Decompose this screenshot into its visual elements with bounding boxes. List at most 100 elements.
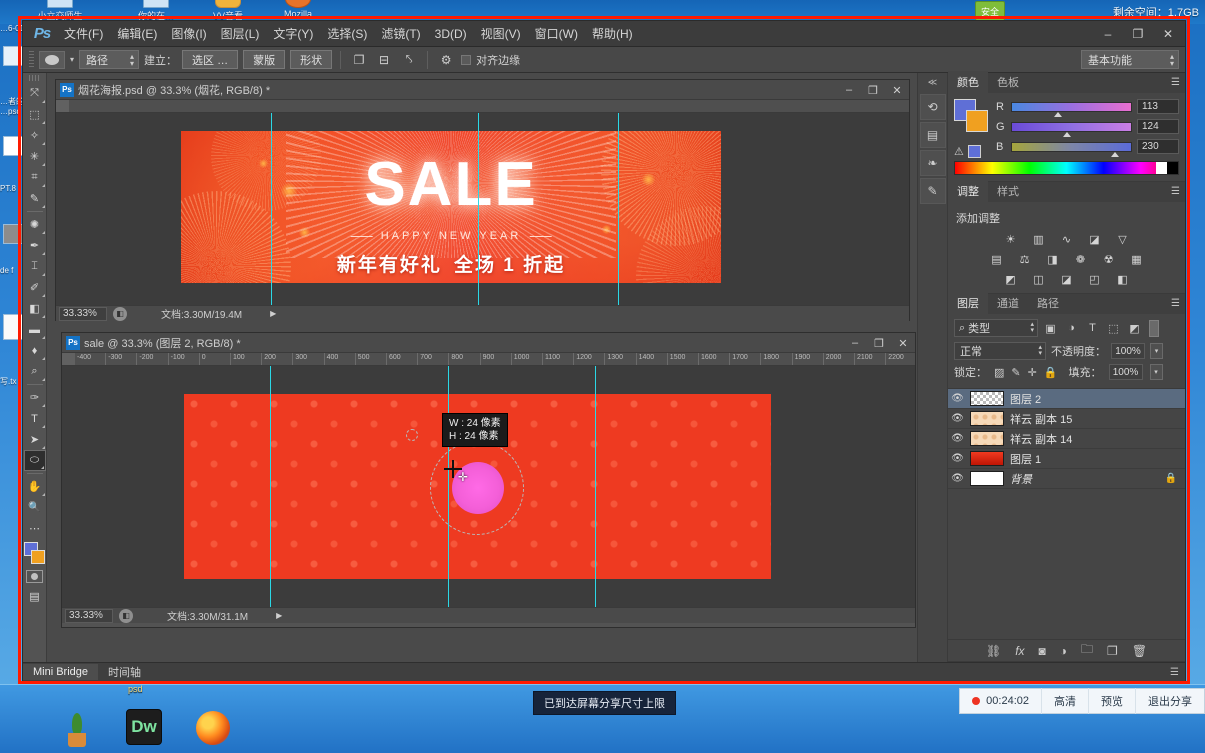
eye-icon[interactable]: 👁 xyxy=(951,393,964,404)
eye-icon[interactable]: 👁 xyxy=(951,473,964,484)
tab-paths[interactable]: 路径 xyxy=(1028,292,1068,314)
menu-select[interactable]: 选择(S) xyxy=(320,21,374,46)
channel-value-b[interactable]: 230 xyxy=(1137,139,1179,154)
mini-bridge-icon[interactable]: ▤ xyxy=(919,122,946,148)
menu-window[interactable]: 窗口(W) xyxy=(528,21,585,46)
smart-object-filter-icon[interactable]: ◩ xyxy=(1126,320,1143,337)
background-color-swatch[interactable] xyxy=(30,550,45,564)
type-filter-icon[interactable]: T xyxy=(1084,320,1101,337)
lock-transparent-pixels-icon[interactable]: ▨ xyxy=(994,366,1004,379)
dreamweaver-icon[interactable]: Dw xyxy=(126,709,162,745)
desktop-plant-icon[interactable] xyxy=(62,707,92,747)
desktop-icon-0[interactable]: 小立交师生 xyxy=(32,0,88,22)
selective-color-icon[interactable]: ◧ xyxy=(1114,272,1131,287)
rectangular-marquee-tool[interactable]: ⬚ xyxy=(24,104,46,125)
curves-icon[interactable]: ∿ xyxy=(1058,232,1075,247)
menu-help[interactable]: 帮助(H) xyxy=(585,21,640,46)
layer-thumbnail[interactable] xyxy=(970,411,1004,426)
zoom-level-field[interactable]: 33.33% xyxy=(65,608,113,623)
black-swatch[interactable] xyxy=(1167,162,1178,174)
minimize-button[interactable]: – xyxy=(1093,22,1123,46)
layer-thumbnail[interactable] xyxy=(970,471,1004,486)
blue-channel-slider[interactable] xyxy=(1011,141,1132,157)
lock-position-icon[interactable]: ✛ xyxy=(1028,366,1037,379)
document-thumb-icon[interactable]: ◧ xyxy=(113,306,127,321)
eye-icon[interactable]: 👁 xyxy=(951,413,964,424)
pen-tool[interactable]: ✑ xyxy=(24,387,46,408)
color-spectrum-bar[interactable] xyxy=(954,161,1179,175)
lock-all-icon[interactable]: 🔒 xyxy=(1044,366,1058,379)
layer-style-icon[interactable]: fx xyxy=(1015,644,1024,658)
desktop-icon-2[interactable]: VV音看 xyxy=(200,0,256,22)
edit-toolbar-button[interactable]: ⋯ xyxy=(24,518,46,539)
tab-styles[interactable]: 样式 xyxy=(988,180,1028,202)
layer-thumbnail[interactable] xyxy=(970,391,1004,406)
panel-menu-icon[interactable]: ☰ xyxy=(1170,667,1179,678)
tab-adjustments[interactable]: 调整 xyxy=(948,180,988,202)
make-shape-button[interactable]: 形状 xyxy=(290,50,333,69)
document-minimize-button[interactable]: – xyxy=(843,333,867,353)
status-menu-arrow-icon[interactable]: ▶ xyxy=(276,611,282,620)
layer-filter-kind-select[interactable]: ⌕ 类型 ▴ ▾ xyxy=(954,319,1038,337)
layer-name[interactable]: 祥云 副本 15 xyxy=(1010,411,1072,427)
tray-security-app[interactable]: 安全 xyxy=(975,1,1005,21)
adjustment-filter-icon[interactable]: ◑ xyxy=(1063,320,1080,337)
horizontal-type-tool[interactable]: T xyxy=(24,408,46,429)
maximize-button[interactable]: ❐ xyxy=(1123,22,1153,46)
adjustment-layer-icon[interactable]: ◑ xyxy=(1060,644,1067,658)
zoom-level-field[interactable]: 33.33% xyxy=(59,306,107,321)
threshold-icon[interactable]: ◪ xyxy=(1058,272,1075,287)
share-exit-button[interactable]: 退出分享 xyxy=(1136,688,1204,714)
opacity-scrubber-icon[interactable]: ▾ xyxy=(1150,343,1163,359)
document-window-sale[interactable]: Ps sale @ 33.3% (图层 2, RGB/8) * – ❐ ✕ -4… xyxy=(61,332,916,628)
hand-tool[interactable]: ✋ xyxy=(24,476,46,497)
toolbox-grip[interactable] xyxy=(28,75,41,81)
tool-preset-chevron-down-icon[interactable]: ▾ xyxy=(70,55,74,64)
invert-icon[interactable]: ◩ xyxy=(1002,272,1019,287)
hue-saturation-icon[interactable]: ▤ xyxy=(988,252,1005,267)
new-layer-icon[interactable]: ❐ xyxy=(1107,644,1118,658)
collapse-panels-icon[interactable]: ≪ xyxy=(928,77,937,88)
blend-mode-select[interactable]: 正常 ▴ ▾ xyxy=(954,342,1046,360)
artboard-poster[interactable]: SALE HAPPY NEW YEAR 新年有好礼 全场 1 折起 xyxy=(181,131,721,283)
document-close-button[interactable]: ✕ xyxy=(891,333,915,353)
out-of-gamut-warning-icon[interactable]: ⚠ xyxy=(954,145,964,158)
document-minimize-button[interactable]: – xyxy=(837,80,861,100)
gradient-map-icon[interactable]: ◰ xyxy=(1086,272,1103,287)
align-edges-checkbox[interactable] xyxy=(461,54,472,65)
share-quality-button[interactable]: 高清 xyxy=(1042,688,1089,714)
menu-view[interactable]: 视图(V) xyxy=(474,21,528,46)
layer-mask-icon[interactable]: ◙ xyxy=(1039,644,1046,658)
brush-tool[interactable]: ✒ xyxy=(24,235,46,256)
link-layers-icon[interactable]: ⛓ xyxy=(986,644,1001,658)
table-row[interactable]: 👁 图层 1 xyxy=(948,449,1185,469)
dodge-tool[interactable]: ⌕ xyxy=(24,361,46,382)
menu-edit[interactable]: 编辑(E) xyxy=(110,21,164,46)
document-title-bar[interactable]: Ps 烟花海报.psd @ 33.3% (烟花, RGB/8) * – ❐ ✕ xyxy=(56,80,909,100)
exposure-icon[interactable]: ◪ xyxy=(1086,232,1103,247)
tab-channels[interactable]: 通道 xyxy=(988,292,1028,314)
layer-name[interactable]: 图层 2 xyxy=(1010,391,1041,407)
fill-scrubber-icon[interactable]: ▾ xyxy=(1149,364,1163,380)
menu-filter[interactable]: 滤镜(T) xyxy=(374,21,427,46)
spot-healing-brush-tool[interactable]: ✺ xyxy=(24,214,46,235)
guide-line[interactable] xyxy=(595,366,596,607)
document-maximize-button[interactable]: ❐ xyxy=(867,333,891,353)
path-selection-tool[interactable]: ➤ xyxy=(24,429,46,450)
document-window-poster[interactable]: Ps 烟花海报.psd @ 33.3% (烟花, RGB/8) * – ❐ ✕ xyxy=(55,79,910,321)
workspace-select[interactable]: 基本功能 ▴ ▾ xyxy=(1081,50,1179,69)
eye-icon[interactable]: 👁 xyxy=(951,453,964,464)
fill-value[interactable]: 100% xyxy=(1108,364,1143,380)
tool-presets-icon[interactable]: ✎ xyxy=(919,178,946,204)
brush-presets-icon[interactable]: ❧ xyxy=(919,150,946,176)
move-tool[interactable]: ⤧ xyxy=(24,83,46,104)
document-close-button[interactable]: ✕ xyxy=(885,80,909,100)
horizontal-ruler[interactable]: -400 -300 -200 -100 0 100 200 300 400 500 600 700 80… xyxy=(62,353,915,366)
panel-menu-icon[interactable]: ☰ xyxy=(1171,186,1180,197)
channel-mixer-icon[interactable]: ☢ xyxy=(1100,252,1117,267)
horizontal-ruler[interactable] xyxy=(56,100,909,113)
crop-tool[interactable]: ⌗ xyxy=(24,167,46,188)
panel-menu-icon[interactable]: ☰ xyxy=(1171,298,1180,309)
tab-swatches[interactable]: 色板 xyxy=(988,71,1028,93)
canvas-area-sale[interactable]: W : 24 像素 H : 24 像素 ✛ xyxy=(62,366,915,607)
